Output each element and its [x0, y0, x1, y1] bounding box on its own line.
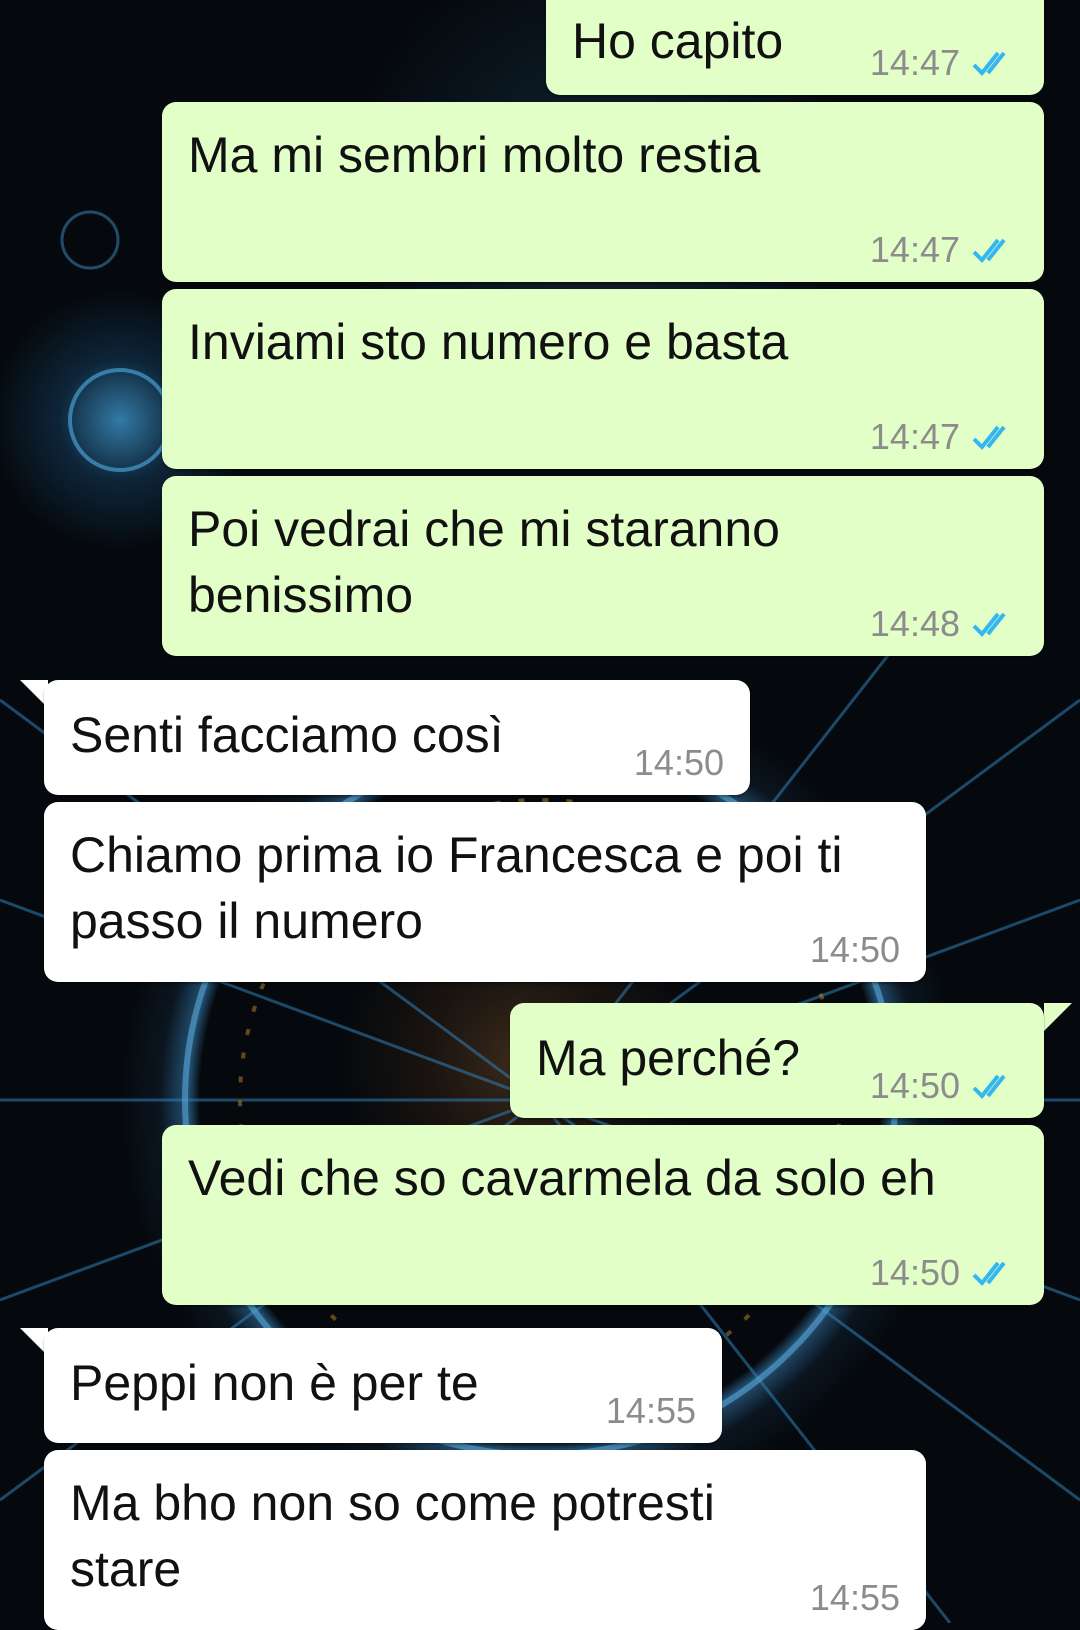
message-time: 14:50 — [869, 1252, 960, 1293]
message-text: Chiamo prima io Francesca e poi ti passo… — [70, 827, 843, 949]
message-meta: 14:50 — [870, 1253, 1018, 1293]
message-bubble-outgoing[interactable]: Ma perché? 14:50 — [510, 1003, 1044, 1118]
double-check-read-icon — [972, 612, 1006, 637]
message-meta: 14:50 — [870, 1066, 1018, 1106]
message-time: 14:50 — [869, 1065, 960, 1106]
message-time: 14:47 — [869, 416, 960, 457]
double-check-read-icon — [972, 238, 1006, 263]
message-bubble-incoming[interactable]: Senti facciamo così 14:50 — [44, 680, 750, 795]
double-check-read-icon — [972, 1074, 1006, 1099]
message-text: Ma bho non so come potresti stare — [70, 1475, 715, 1597]
double-check-read-icon — [972, 51, 1006, 76]
message-meta: 14:47 — [870, 230, 1018, 270]
message-meta: 14:55 — [810, 1578, 900, 1618]
message-meta: 14:50 — [634, 743, 724, 783]
double-check-read-icon — [972, 425, 1006, 450]
message-bubble-incoming[interactable]: Chiamo prima io Francesca e poi ti passo… — [44, 802, 926, 982]
message-bubble-outgoing[interactable]: Poi vedrai che mi staranno benissimo 14:… — [162, 476, 1044, 656]
message-bubble-incoming[interactable]: Ma bho non so come potresti stare 14:55 — [44, 1450, 926, 1630]
message-bubble-outgoing[interactable]: Vedi che so cavarmela da solo eh 14:50 — [162, 1125, 1044, 1305]
message-time: 14:48 — [869, 603, 960, 644]
message-text: Poi vedrai che mi staranno benissimo — [188, 501, 780, 623]
message-time: 14:55 — [605, 1390, 696, 1431]
message-time: 14:55 — [809, 1577, 900, 1618]
message-meta: 14:47 — [870, 43, 1018, 83]
message-meta: 14:55 — [606, 1391, 696, 1431]
message-bubble-outgoing[interactable]: Ho capito 14:47 — [546, 0, 1044, 95]
message-meta: 14:47 — [870, 417, 1018, 457]
message-bubble-outgoing[interactable]: Inviami sto numero e basta 14:47 — [162, 289, 1044, 469]
message-text: Vedi che so cavarmela da solo eh — [188, 1150, 936, 1206]
message-time: 14:50 — [633, 742, 724, 783]
message-text: Senti facciamo così — [70, 707, 504, 763]
message-meta: 14:48 — [870, 604, 1018, 644]
message-bubble-outgoing[interactable]: Ma mi sembri molto restia 14:47 — [162, 102, 1044, 282]
message-text: Peppi non è per te — [70, 1355, 479, 1411]
message-meta: 14:50 — [810, 930, 900, 970]
message-text: Ma mi sembri molto restia — [188, 127, 761, 183]
double-check-read-icon — [972, 1261, 1006, 1286]
message-time: 14:50 — [809, 929, 900, 970]
message-time: 14:47 — [869, 42, 960, 83]
bubble-tail — [1044, 1003, 1072, 1031]
message-text: Inviami sto numero e basta — [188, 314, 789, 370]
message-bubble-incoming[interactable]: Peppi non è per te 14:55 — [44, 1328, 722, 1443]
message-time: 14:47 — [869, 229, 960, 270]
